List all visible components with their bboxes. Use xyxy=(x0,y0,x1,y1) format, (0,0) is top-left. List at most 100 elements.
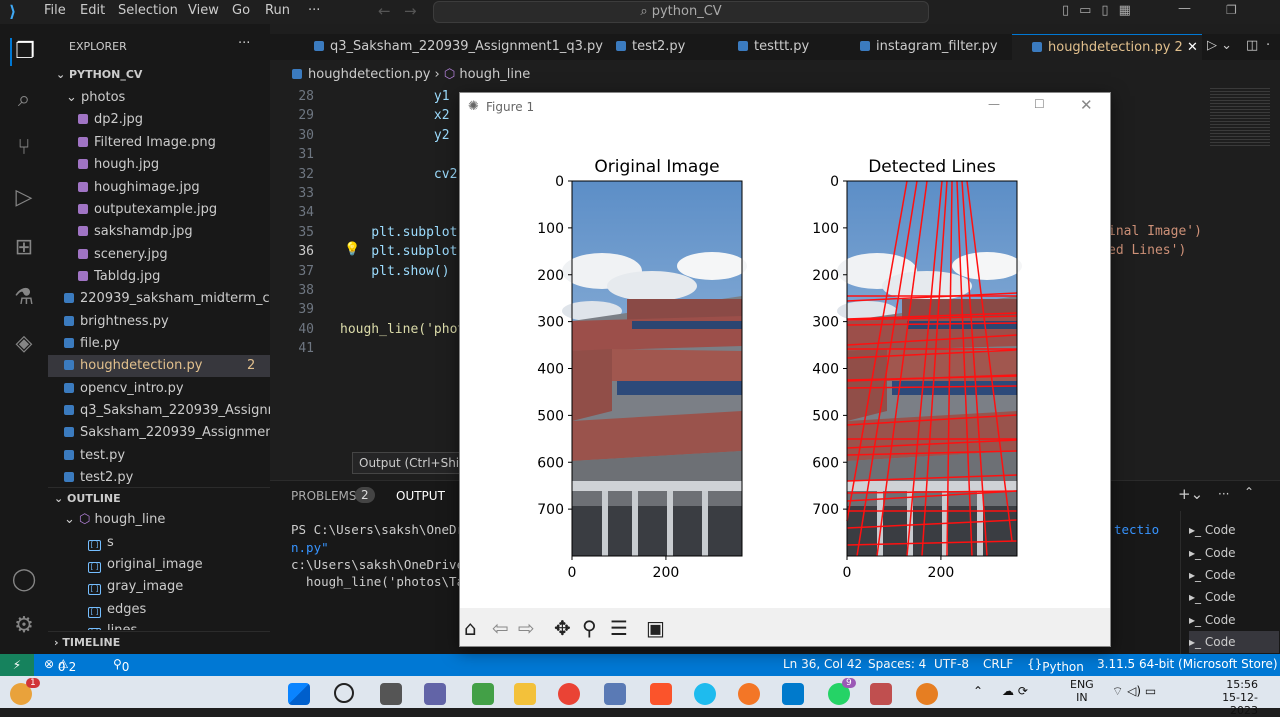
home-icon[interactable]: ⌂ xyxy=(464,616,477,640)
terminal-item[interactable]: ▸_ Code xyxy=(1189,609,1279,631)
language-indicator[interactable]: ENG IN xyxy=(1070,678,1094,704)
outline-var[interactable]: [ ]lines xyxy=(48,620,270,630)
taskview-icon[interactable] xyxy=(380,683,402,705)
tab-instagram[interactable]: instagram_filter.py xyxy=(826,34,1006,60)
outline-header[interactable]: ⌄ OUTLINE xyxy=(48,487,270,509)
more-actions-icon[interactable]: ··· xyxy=(238,36,250,51)
terminal-item[interactable]: ▸_ Code xyxy=(1189,519,1279,541)
folder-photos[interactable]: ⌄ photos xyxy=(48,87,270,109)
menu-file[interactable]: File xyxy=(44,3,66,18)
configure-icon[interactable]: ☰ xyxy=(610,616,628,640)
file-item[interactable]: file.py xyxy=(48,333,270,355)
errors-status[interactable]: ⊗ 0 ⚠ 2 xyxy=(44,657,76,674)
outline-var[interactable]: [ ] edges xyxy=(48,599,270,621)
fig-minimize-icon[interactable]: — xyxy=(988,97,1000,111)
network-volume-icons[interactable]: ⌔ ◁) ▭ xyxy=(1112,684,1156,699)
explorer-icon[interactable]: ❐ xyxy=(10,38,38,66)
nav-back-icon[interactable]: ← xyxy=(378,2,391,20)
extensions-icon[interactable]: ⊞ xyxy=(10,234,38,262)
file-item[interactable]: scenery.jpg xyxy=(48,244,270,266)
teams-icon[interactable] xyxy=(424,683,446,705)
file-item[interactable]: dp2.jpg xyxy=(48,109,270,131)
file-item[interactable]: brightness.py xyxy=(48,311,270,333)
menu-edit[interactable]: Edit xyxy=(80,3,105,18)
outline-function[interactable]: ⌄ ⬡ hough_line xyxy=(48,509,270,531)
command-center-search[interactable]: ⌕ python_CV xyxy=(433,1,929,23)
edge-icon[interactable] xyxy=(694,683,716,705)
save-icon[interactable]: ▣ xyxy=(646,616,665,640)
menu-selection[interactable]: Selection xyxy=(118,3,178,18)
menu-go[interactable]: Go xyxy=(232,3,250,18)
tray-icons[interactable]: ☁ ⟳ xyxy=(1002,684,1028,698)
encoding[interactable]: UTF-8 xyxy=(934,657,969,671)
run-debug-icon[interactable]: ▷ xyxy=(10,184,38,212)
file-item[interactable]: opencv_intro.py xyxy=(48,378,270,400)
fig-close-icon[interactable]: ✕ xyxy=(1080,96,1093,114)
terminal-item[interactable]: ▸_ Code xyxy=(1189,586,1279,608)
python-interpreter[interactable]: 3.11.5 64-bit (Microsoft Store) xyxy=(1097,657,1278,671)
file-item[interactable]: Saksham_220939_Assignment... xyxy=(48,422,270,444)
restore-icon[interactable]: ❐ xyxy=(1226,3,1237,17)
python-figure-icon[interactable] xyxy=(870,683,892,705)
menu-view[interactable]: View xyxy=(188,3,219,18)
minimize-icon[interactable]: — xyxy=(1178,1,1191,16)
eol[interactable]: CRLF xyxy=(983,657,1013,671)
file-item[interactable]: sakshamdp.jpg xyxy=(48,221,270,243)
search-taskbar-icon[interactable] xyxy=(334,683,354,703)
panel-maximize-icon[interactable]: ⌃ xyxy=(1244,485,1254,499)
back-icon[interactable]: ⇦ xyxy=(492,616,509,640)
tab-houghdetection[interactable]: houghdetection.py 2 ✕ xyxy=(1012,34,1202,60)
outline-var[interactable]: [ ] s xyxy=(48,532,270,554)
language-mode[interactable]: {} Python xyxy=(1027,657,1084,674)
new-terminal-icon[interactable]: +⌄ xyxy=(1178,485,1203,503)
python-icon[interactable]: ◈ xyxy=(10,330,38,358)
project-root[interactable]: ⌄ PYTHON_CV xyxy=(48,64,270,86)
file-item[interactable]: q3_Saksham_220939_Assignm... xyxy=(48,400,270,422)
outline-var[interactable]: [ ] gray_image xyxy=(48,576,270,598)
brave-icon[interactable] xyxy=(650,683,672,705)
run-icon[interactable]: ▷ ⌄ xyxy=(1207,38,1232,53)
fig-maximize-icon[interactable]: ☐ xyxy=(1034,97,1045,111)
start-icon[interactable] xyxy=(288,683,310,705)
layout-icons[interactable]: ▯▭▯▦ xyxy=(1062,3,1141,18)
forward-icon[interactable]: ⇨ xyxy=(518,616,535,640)
tab-output[interactable]: OUTPUT xyxy=(396,489,445,503)
file-item[interactable]: 220939_saksham_midterm_co... xyxy=(48,288,270,310)
pan-icon[interactable]: ✥ xyxy=(554,616,571,640)
file-item[interactable]: test.py xyxy=(48,445,270,467)
more-icon[interactable]: · xyxy=(1266,38,1270,53)
photos-icon[interactable] xyxy=(472,683,494,705)
settings-gear-icon[interactable]: ⚙ xyxy=(10,612,38,640)
terminal-item-selected[interactable]: ▸_ Code xyxy=(1189,631,1279,653)
file-item[interactable]: Tabldg.jpg xyxy=(48,266,270,288)
chrome-icon[interactable] xyxy=(558,683,580,705)
file-item[interactable]: houghimage.jpg xyxy=(48,177,270,199)
search-icon[interactable]: ⌕ xyxy=(10,86,38,114)
account-icon[interactable]: ◯ xyxy=(10,566,38,594)
nav-forward-icon[interactable]: → xyxy=(404,2,417,20)
file-item-selected[interactable]: houghdetection.py 2 xyxy=(48,355,270,377)
tab-q3[interactable]: q3_Saksham_220939_Assignment1_q3.py xyxy=(270,34,603,60)
close-tab-icon[interactable]: ✕ xyxy=(1187,40,1198,55)
indentation[interactable]: Spaces: 4 xyxy=(868,657,926,671)
menu-more[interactable]: ··· xyxy=(308,3,320,18)
terminal-item[interactable]: ▸_ Code xyxy=(1189,542,1279,564)
file-item[interactable]: test2.py xyxy=(48,467,270,489)
lightbulb-icon[interactable]: 💡 xyxy=(344,242,360,257)
tray-chevron-icon[interactable]: ⌃ xyxy=(973,684,983,698)
tab-problems[interactable]: PROBLEMS xyxy=(291,489,357,503)
file-item[interactable]: outputexample.jpg xyxy=(48,199,270,221)
tab-test2[interactable]: test2.py xyxy=(570,34,710,60)
cursor-position[interactable]: Ln 36, Col 42 xyxy=(783,657,862,671)
file-item[interactable]: hough.jpg xyxy=(48,154,270,176)
app-icon[interactable] xyxy=(916,683,938,705)
clock[interactable]: 15:56 15-12-2023 xyxy=(1200,678,1258,717)
folder-icon[interactable] xyxy=(514,683,536,705)
split-editor-icon[interactable]: ◫ xyxy=(1246,38,1258,53)
outline-var[interactable]: [ ] original_image xyxy=(48,554,270,576)
ports-status[interactable]: ⚲ 0 xyxy=(113,657,129,674)
figure-canvas[interactable]: Original Image Detected Lines 0 100 200 300… xyxy=(460,121,1110,608)
testing-icon[interactable]: ⚗ xyxy=(10,284,38,312)
remote-icon[interactable]: ⚡ xyxy=(0,654,34,676)
panel-more-icon[interactable]: ··· xyxy=(1218,487,1229,501)
